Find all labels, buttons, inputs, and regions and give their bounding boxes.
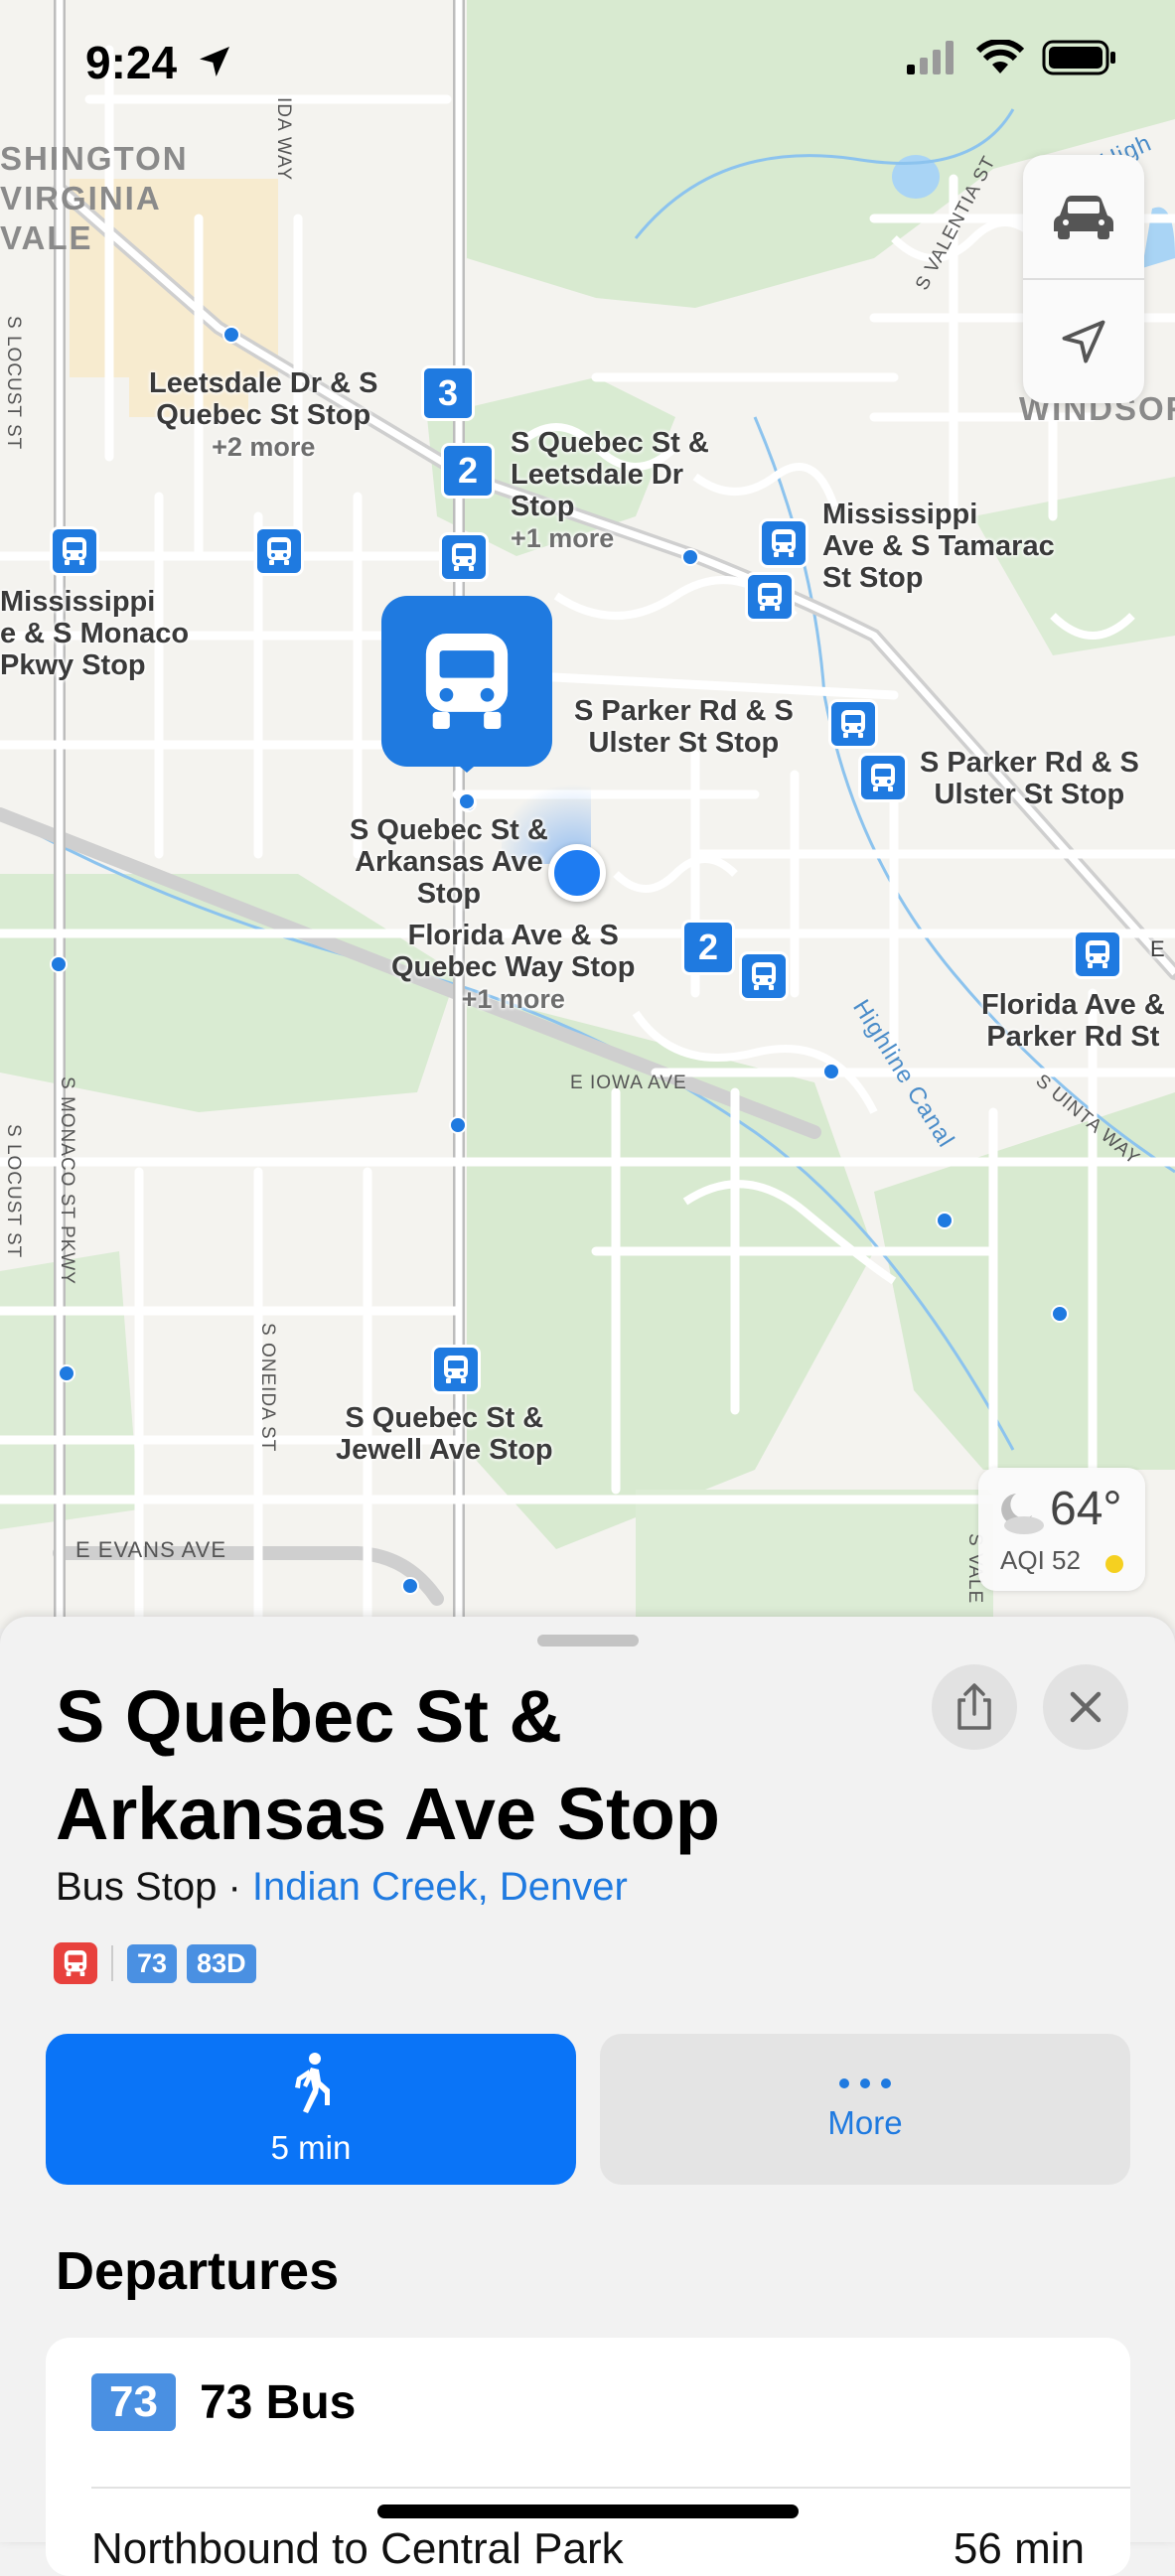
wifi-icon (975, 38, 1025, 80)
map-label-parker-ulster-1: S Parker Rd & S Ulster St Stop (574, 695, 794, 759)
weather-widget[interactable]: 64° AQI 52 (978, 1468, 1145, 1591)
route-dot (936, 1212, 954, 1229)
bus-stop-icon[interactable] (431, 1345, 481, 1394)
bus-stop-icon[interactable] (254, 526, 304, 576)
place-type: Bus Stop (56, 1865, 218, 1909)
route-dot (222, 326, 240, 344)
bus-icon (425, 634, 509, 729)
place-location-link[interactable]: Indian Creek, Denver (252, 1865, 628, 1909)
bus-stop-icon[interactable] (50, 526, 99, 576)
departures-card: 73 73 Bus Northbound to Central Park 56 … (46, 2338, 1130, 2576)
departure-eta: 56 min (953, 2524, 1085, 2573)
bus-stop-icon[interactable] (745, 572, 795, 622)
stop-cluster[interactable]: 2 (441, 443, 495, 499)
map-label-quebec-jewell: S Quebec St & Jewell Ave Stop (336, 1402, 553, 1466)
bus-stop-icon[interactable] (858, 753, 908, 802)
map-view[interactable]: 9:24 SHINGTON VIRGINIA VALE WINDSOR IDA … (0, 0, 1175, 1629)
departures-heading: Departures (56, 2241, 340, 2301)
route-dot (401, 1577, 419, 1595)
route-dot (58, 1364, 75, 1382)
route-dot (822, 1063, 840, 1080)
battery-icon (1042, 40, 1117, 80)
divider (91, 2487, 1130, 2489)
map-label-florida-parker: Florida Ave & Parker Rd St (981, 989, 1165, 1053)
car-icon (1054, 196, 1113, 239)
more-label: More (827, 2104, 903, 2141)
route-dot (1051, 1305, 1069, 1323)
street-label-evans: E EVANS AVE (75, 1537, 227, 1562)
selected-stop-anchor-dot (458, 792, 476, 810)
more-button[interactable]: More (600, 2034, 1130, 2185)
aqi-status-dot (1105, 1555, 1123, 1573)
map-label-quebec-arkansas: S Quebec St & Arkansas Ave Stop (350, 814, 548, 910)
current-location-dot (548, 844, 606, 902)
share-button[interactable] (932, 1664, 1017, 1750)
badge-divider (111, 1945, 113, 1981)
subtitle-separator: · (217, 1865, 252, 1909)
bus-mode-icon (54, 1942, 97, 1984)
route-dot (449, 1116, 467, 1134)
departure-direction[interactable]: Northbound to Central Park (91, 2524, 624, 2574)
bus-stop-icon[interactable] (439, 532, 489, 582)
street-label-ida-way: IDA WAY (273, 97, 294, 182)
route-badges: 73 83D (54, 1942, 256, 1984)
route-chip-73[interactable]: 73 (127, 1943, 178, 1983)
street-label-oneida: S ONEIDA ST (257, 1323, 278, 1453)
selected-bus-stop-pin[interactable] (381, 596, 552, 773)
sheet-grabber[interactable] (537, 1635, 639, 1646)
departure-route-header[interactable]: 73 73 Bus (91, 2373, 356, 2431)
street-label-iowa: E IOWA AVE (570, 1073, 687, 1093)
map-controls (1023, 155, 1144, 403)
district-label-washington-virginia-vale: SHINGTON VIRGINIA VALE (0, 140, 189, 256)
location-arrow-outline-icon (1062, 320, 1105, 363)
bus-stop-icon[interactable] (1073, 930, 1122, 979)
share-icon (957, 1683, 991, 1730)
bus-stop-icon[interactable] (739, 951, 789, 1001)
route-chip-83d[interactable]: 83D (187, 1943, 256, 1983)
stop-cluster[interactable]: 3 (421, 365, 475, 421)
recenter-location-button[interactable] (1023, 280, 1144, 403)
departure-route-name: 73 Bus (199, 2375, 357, 2429)
ellipsis-icon (839, 2078, 891, 2088)
bus-stop-icon[interactable] (828, 699, 878, 749)
stop-cluster[interactable]: 2 (681, 920, 735, 975)
place-subtitle: Bus Stop · Indian Creek, Denver (56, 1865, 628, 1910)
weather-aqi: AQI 52 (1000, 1545, 1081, 1575)
street-label-monaco-pkwy: S MONACO ST PKWY (57, 1076, 77, 1285)
walk-directions-button[interactable]: 5 min (46, 2034, 576, 2185)
map-label-mississippi-monaco: Mississippi e & S Monaco Pkwy Stop (0, 586, 190, 681)
home-indicator[interactable] (377, 2504, 799, 2518)
route-dot (50, 955, 68, 973)
street-label-locust-top: S LOCUST ST (3, 316, 24, 451)
cellular-signal-icon (907, 41, 958, 79)
bus-stop-icon[interactable] (759, 518, 808, 568)
transport-mode-button[interactable] (1023, 155, 1144, 278)
place-card-sheet[interactable]: S Quebec St & Arkansas Ave Stop Bus Stop… (0, 1617, 1175, 2576)
map-label-florida-quebec: Florida Ave & S Quebec Way Stop +1 more (391, 920, 636, 1014)
departure-route-chip: 73 (91, 2373, 176, 2431)
location-arrow-icon (195, 42, 234, 86)
map-label-florida-e: E (1150, 936, 1165, 961)
street-label-locust-bottom: S LOCUST ST (3, 1124, 24, 1259)
map-label-parker-ulster-2: S Parker Rd & S Ulster St Stop (920, 747, 1139, 810)
status-time: 9:24 (85, 37, 178, 88)
walk-time-label: 5 min (270, 2129, 352, 2166)
close-button[interactable] (1043, 1664, 1128, 1750)
weather-temperature: 64° (1050, 1483, 1122, 1535)
map-label-leetsdale-quebec: Leetsdale Dr & S Quebec St Stop +2 more (149, 367, 378, 462)
map-label-mississippi-tamarac: Mississippi Ave & S Tamarac St Stop (822, 499, 1055, 594)
place-title: S Quebec St & Arkansas Ave Stop (56, 1675, 720, 1855)
close-icon (1070, 1691, 1102, 1723)
walking-person-icon (295, 2053, 330, 2113)
map-label-quebec-leetsdale: S Quebec St & Leetsdale Dr Stop +1 more (511, 427, 709, 553)
moon-cloud-icon (1001, 1494, 1044, 1534)
